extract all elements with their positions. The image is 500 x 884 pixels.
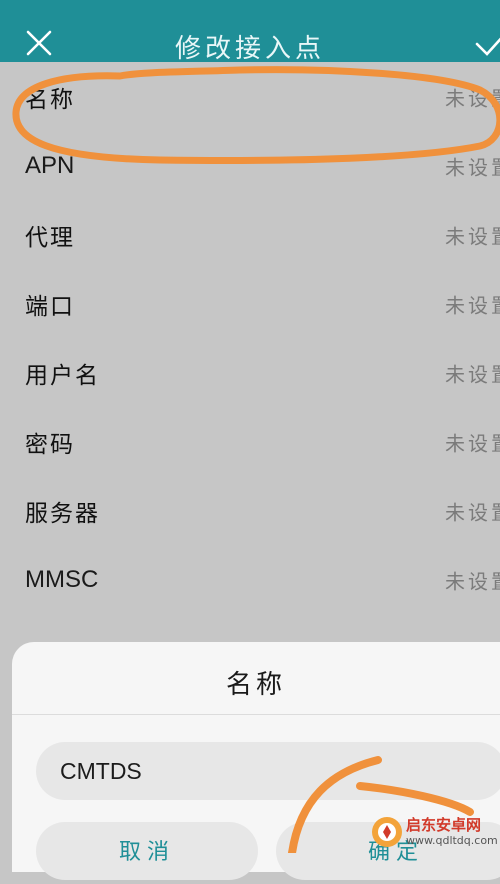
top-bar: 修改接入点 (0, 0, 500, 64)
field-label: 服务器 (25, 500, 100, 527)
field-row-mmsc[interactable]: MMSC 未设置 (0, 545, 500, 614)
check-icon[interactable] (475, 32, 500, 58)
field-value: 未设置 (445, 569, 500, 593)
cancel-button[interactable]: 取消 (36, 822, 258, 880)
field-row-port[interactable]: 端口 未设置 (0, 269, 500, 338)
apn-field-list: 名称 未设置 APN 未设置 代理 未设置 端口 未设置 用户名 未设置 密码 … (0, 62, 500, 614)
watermark-brand: 启东安卓网 (406, 816, 482, 834)
field-label: 端口 (25, 293, 75, 320)
field-row-username[interactable]: 用户名 未设置 (0, 338, 500, 407)
field-value: 未设置 (445, 500, 500, 524)
field-row-apn[interactable]: APN 未设置 (0, 131, 500, 200)
dialog-divider (12, 714, 500, 715)
field-row-proxy[interactable]: 代理 未设置 (0, 200, 500, 269)
field-value: 未设置 (445, 86, 500, 110)
field-label: 名称 (25, 86, 75, 113)
field-value: 未设置 (445, 224, 500, 248)
watermark-url: www.qdltdq.com (406, 834, 498, 847)
page-title: 修改接入点 (174, 34, 325, 64)
field-value: 未设置 (445, 431, 500, 455)
field-label: 用户名 (25, 362, 100, 389)
field-value: 未设置 (445, 155, 500, 179)
field-label: MMSC (25, 565, 99, 593)
field-row-server[interactable]: 服务器 未设置 (0, 476, 500, 545)
site-watermark: 启东安卓网 www.qdltdq.com (368, 812, 500, 853)
brand-logo-icon (372, 817, 402, 847)
field-row-password[interactable]: 密码 未设置 (0, 407, 500, 476)
field-value: 未设置 (445, 362, 500, 386)
field-value: 未设置 (445, 293, 500, 317)
field-row-name[interactable]: 名称 未设置 (0, 62, 500, 131)
name-input[interactable]: CMTDS (36, 742, 500, 800)
field-label: APN (25, 151, 75, 179)
field-label: 密码 (25, 431, 75, 458)
field-label: 代理 (25, 224, 75, 251)
dialog-title: 名称 (225, 670, 286, 700)
